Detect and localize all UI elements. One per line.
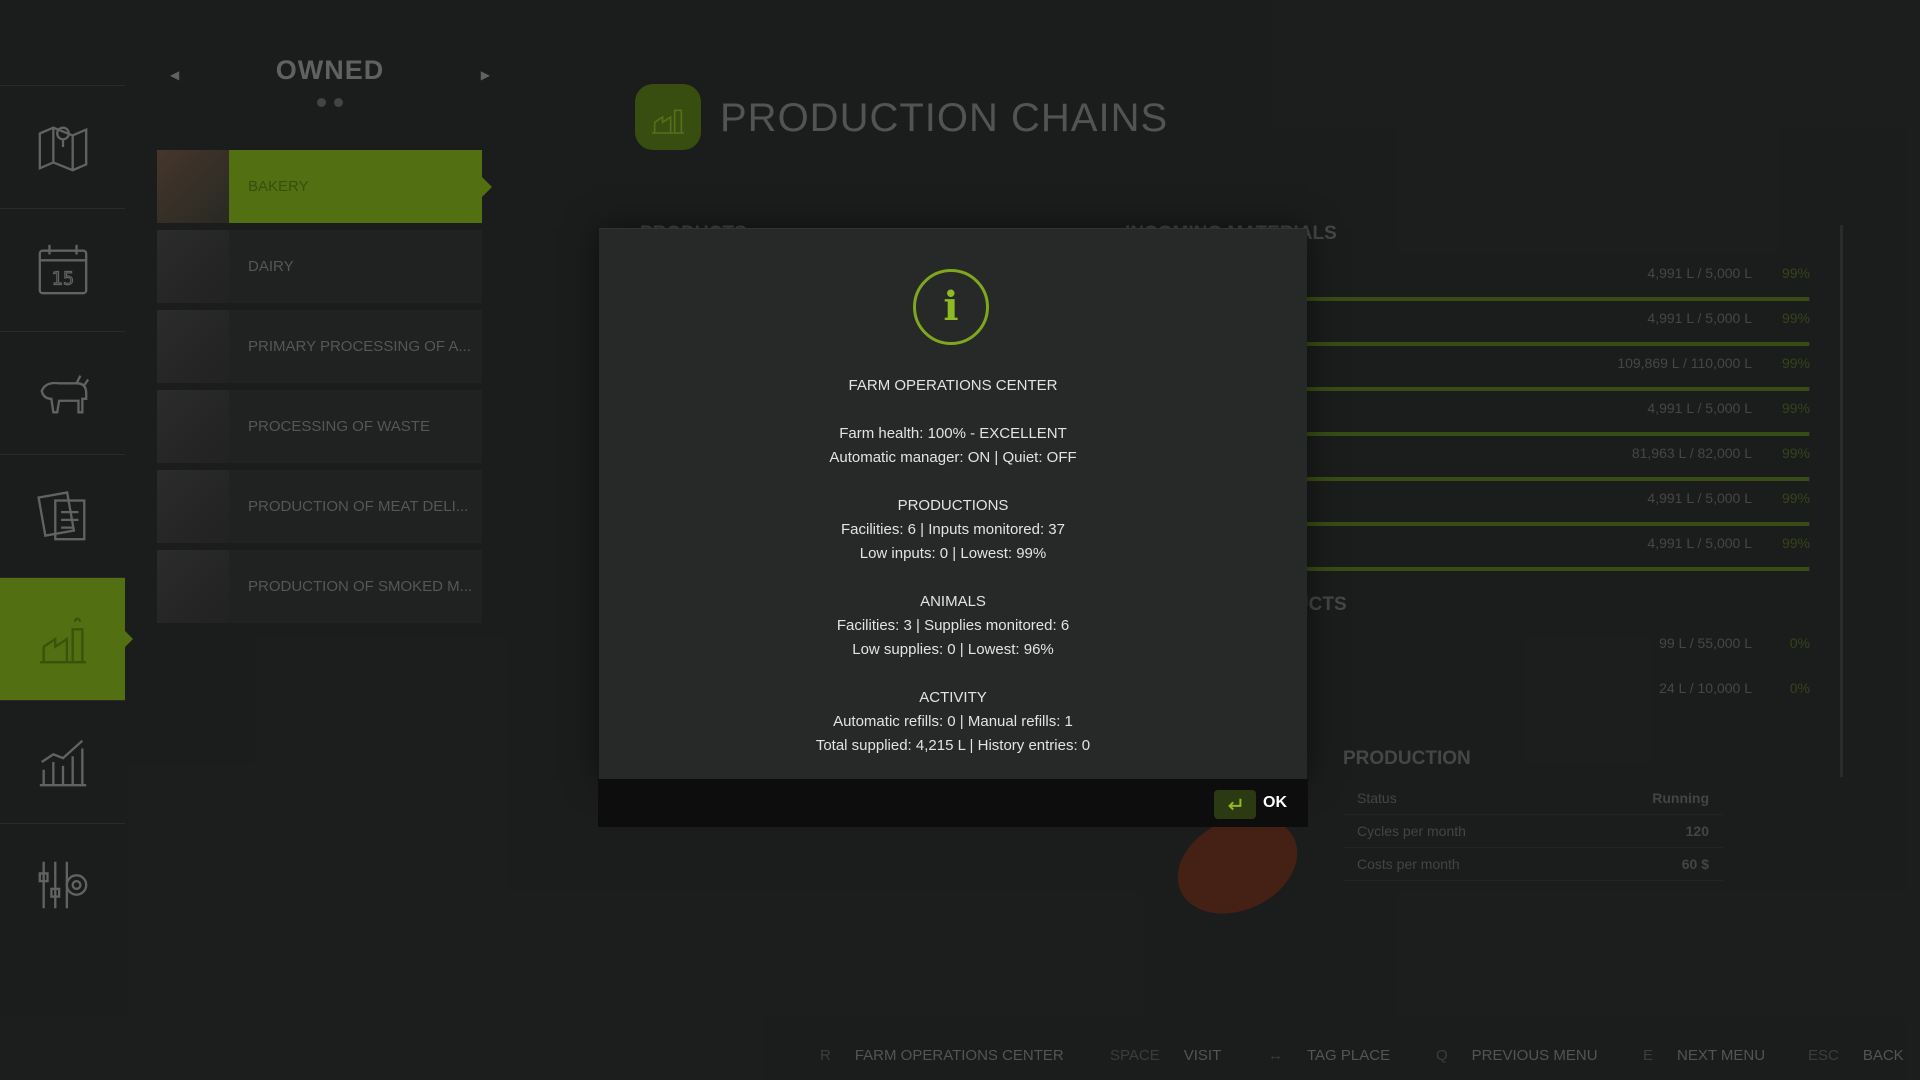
info-dialog: i FARM OPERATIONS CENTER Farm health: 10…: [599, 228, 1307, 780]
animals-line-1: Facilities: 3 | Supplies monitored: 6: [836, 617, 1070, 634]
productions-heading: PRODUCTIONS: [897, 497, 1009, 514]
animals-line-2: Low supplies: 0 | Lowest: 96%: [852, 641, 1054, 658]
dialog-body: FARM OPERATIONS CENTER Farm health: 100%…: [599, 374, 1307, 758]
farm-health-text: Farm health: 100% - EXCELLENT: [839, 425, 1067, 442]
ok-button[interactable]: OK: [1263, 794, 1287, 812]
activity-line-1: Automatic refills: 0 | Manual refills: 1: [833, 713, 1073, 730]
enter-key-icon[interactable]: [1214, 790, 1256, 819]
manager-status-text: Automatic manager: ON | Quiet: OFF: [829, 449, 1077, 466]
dialog-footer: OK: [598, 779, 1308, 827]
activity-heading: ACTIVITY: [919, 689, 987, 706]
info-icon: i: [913, 269, 989, 345]
activity-line-2: Total supplied: 4,215 L | History entrie…: [815, 737, 1091, 754]
productions-line-1: Facilities: 6 | Inputs monitored: 37: [840, 521, 1065, 538]
productions-line-2: Low inputs: 0 | Lowest: 99%: [859, 545, 1047, 562]
dialog-title: FARM OPERATIONS CENTER: [848, 377, 1058, 394]
animals-heading: ANIMALS: [920, 593, 986, 610]
